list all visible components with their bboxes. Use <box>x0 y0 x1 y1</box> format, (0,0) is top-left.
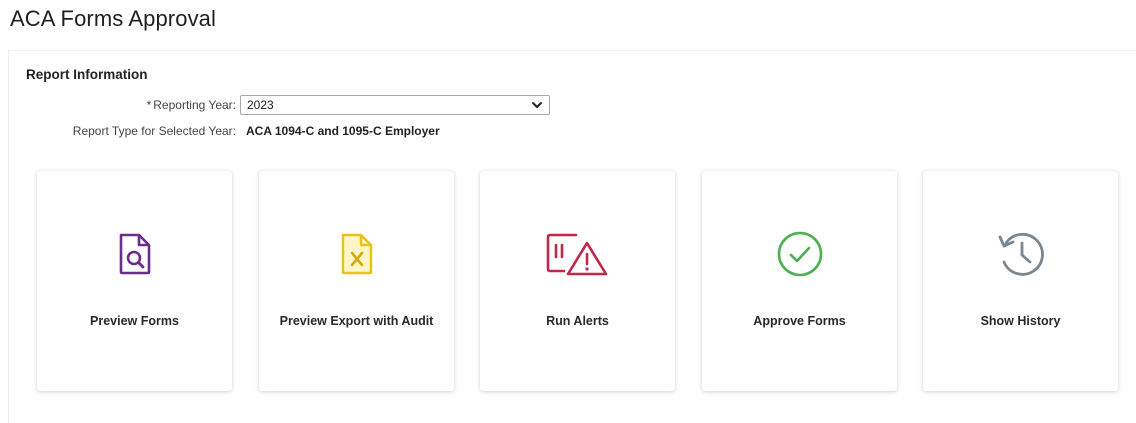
preview-export-with-audit-label: Preview Export with Audit <box>279 314 434 328</box>
history-icon <box>998 232 1044 276</box>
reporting-year-select[interactable]: 2023 <box>240 95 550 115</box>
run-alerts-label: Run Alerts <box>546 314 609 328</box>
report-type-row: Report Type for Selected Year: ACA 1094-… <box>0 124 440 138</box>
alert-triangle-icon <box>546 233 607 276</box>
approve-forms-tile[interactable]: Approve Forms <box>702 171 897 391</box>
reporting-year-label: * Reporting Year: <box>0 98 240 112</box>
preview-forms-label: Preview Forms <box>90 314 179 328</box>
report-type-label: Report Type for Selected Year: <box>72 124 236 138</box>
report-information-heading: Report Information <box>26 67 148 82</box>
report-type-value: ACA 1094-C and 1095-C Employer <box>246 124 440 138</box>
reporting-year-row: * Reporting Year: 2023 <box>0 95 550 115</box>
reporting-year-value: 2023 <box>247 98 274 112</box>
excel-file-icon <box>341 233 372 275</box>
check-circle-icon <box>777 231 822 277</box>
show-history-label: Show History <box>980 314 1061 328</box>
aca-forms-approval-page: ACA Forms Approval Report Information * R… <box>0 0 1136 423</box>
preview-export-with-audit-tile[interactable]: Preview Export with Audit <box>259 171 454 391</box>
approve-forms-label: Approve Forms <box>753 314 846 328</box>
page-title: ACA Forms Approval <box>10 6 216 31</box>
run-alerts-tile[interactable]: Run Alerts <box>480 171 675 391</box>
required-marker: * <box>146 98 152 112</box>
show-history-tile[interactable]: Show History <box>923 171 1118 391</box>
chevron-down-icon <box>532 102 542 108</box>
reporting-year-label-text: Reporting Year: <box>153 98 236 112</box>
preview-forms-tile[interactable]: Preview Forms <box>37 171 232 391</box>
document-search-icon <box>119 233 150 275</box>
